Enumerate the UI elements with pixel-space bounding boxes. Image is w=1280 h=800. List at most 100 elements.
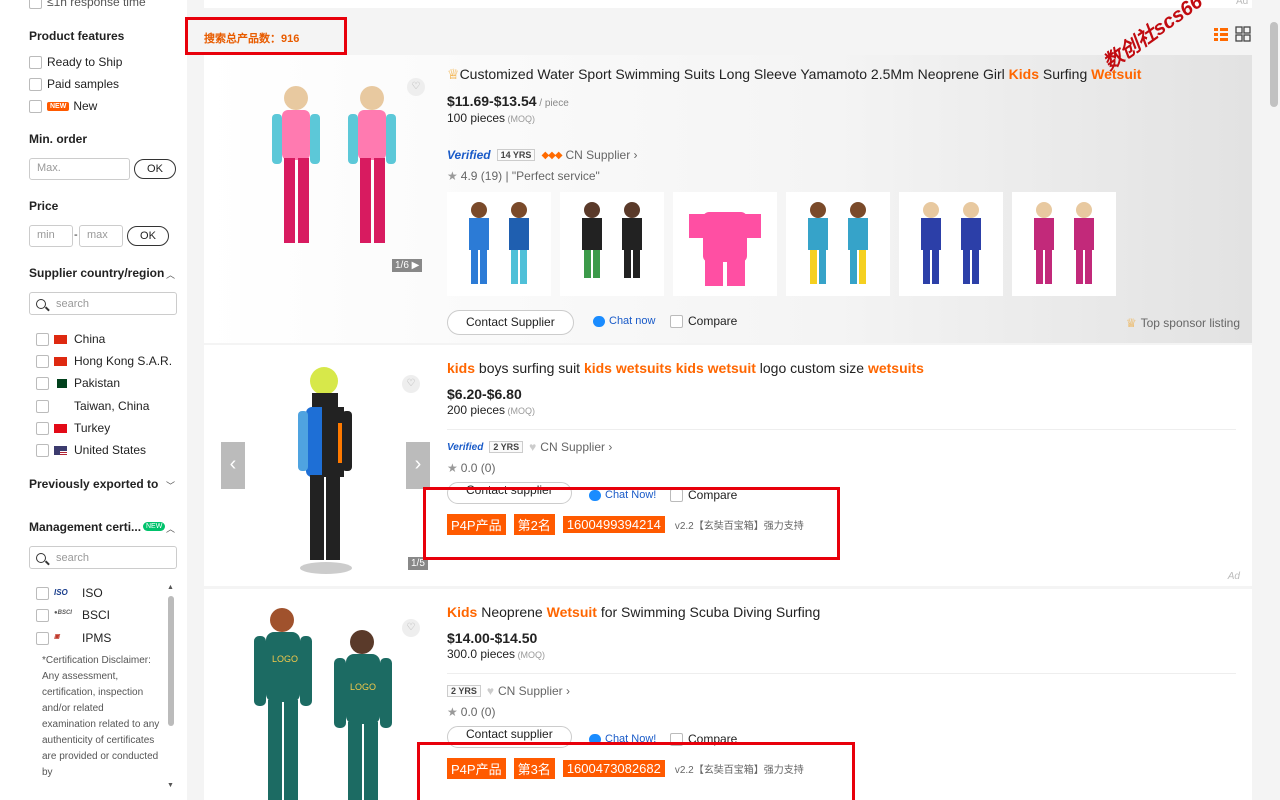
product-image[interactable]: LOGO LOGO <box>240 604 410 800</box>
country-search-input[interactable]: search <box>29 292 177 315</box>
page-scrollbar[interactable] <box>1270 22 1278 107</box>
favorite-heart-icon[interactable]: ♡ <box>407 78 425 96</box>
product-title[interactable]: Kids Neoprene Wetsuit for Swimming Scuba… <box>447 604 820 620</box>
country-hong-kong[interactable]: Hong Kong S.A.R. <box>36 354 172 368</box>
product-title[interactable]: kids boys surfing suit kids wetsuits kid… <box>447 360 924 376</box>
checkbox[interactable] <box>36 421 49 435</box>
cert-ipms[interactable]: ▣ IPMS <box>36 631 111 645</box>
cert-disclaimer: *Certification Disclaimer: Any assessmen… <box>42 655 160 778</box>
ad-label: Ad <box>1227 571 1240 582</box>
thumbnail[interactable] <box>786 192 890 296</box>
checkbox[interactable] <box>29 99 42 113</box>
product-price: $11.69-$13.54 / piece <box>447 93 569 109</box>
checkbox[interactable] <box>36 586 49 600</box>
star-icon: ★ <box>447 705 458 719</box>
chat-now-link[interactable]: Chat now <box>593 315 655 327</box>
crown-icon: ♕ <box>1125 316 1137 330</box>
country-united-states[interactable]: United States <box>36 443 146 457</box>
view-switcher[interactable] <box>1213 26 1251 42</box>
checkbox[interactable] <box>29 55 42 69</box>
previously-exported-title[interactable]: Previously exported to <box>29 477 158 491</box>
search-icon <box>36 298 46 309</box>
supplier-type[interactable]: CN Supplier › <box>566 148 638 162</box>
thumbnail[interactable] <box>560 192 664 296</box>
svg-text:LOGO: LOGO <box>272 654 298 664</box>
supplier-info[interactable]: Verified 14 YRS ◆◆◆ CN Supplier › <box>447 148 638 162</box>
product-image[interactable] <box>258 80 418 260</box>
star-icon: ★ <box>447 169 458 183</box>
chevron-down-icon[interactable]: ﹀ <box>166 479 175 492</box>
china-flag-icon <box>54 334 67 344</box>
checkbox[interactable] <box>36 376 49 390</box>
rating: ★ 4.9 (19) | "Perfect service" <box>447 169 600 183</box>
title-text: Surfing <box>1038 66 1092 82</box>
years-badge: 2 YRS <box>447 685 481 697</box>
country-turkey[interactable]: Turkey <box>36 421 110 435</box>
supplier-info[interactable]: Verified 2 YRS ♥ CN Supplier › <box>447 440 612 454</box>
cert-iso[interactable]: ISO ISO <box>36 586 103 600</box>
scroll-down-icon[interactable]: ▼ <box>167 782 174 789</box>
country-china[interactable]: China <box>36 332 105 346</box>
filter-paid-samples[interactable]: Paid samples <box>29 77 119 91</box>
response-time-filter[interactable]: ≤1h response time <box>29 0 146 9</box>
scrollbar-thumb[interactable] <box>168 596 174 726</box>
heart-icon: ♥ <box>529 440 537 454</box>
supplier-type[interactable]: CN Supplier › <box>540 440 612 454</box>
filter-ready-to-ship[interactable]: Ready to Ship <box>29 55 122 69</box>
highlight-box <box>417 742 855 800</box>
favorite-heart-icon[interactable]: ♡ <box>402 375 420 393</box>
thumbnail[interactable] <box>1012 192 1116 296</box>
country-taiwan[interactable]: Taiwan, China <box>36 399 149 413</box>
supplier-type[interactable]: CN Supplier › <box>498 684 570 698</box>
contact-supplier-button[interactable]: Contact Supplier <box>447 310 574 335</box>
price-dash: - <box>74 229 78 241</box>
checkbox[interactable] <box>36 443 49 457</box>
image-pager[interactable]: 1/6 ▶ <box>392 259 423 272</box>
prev-image-arrow[interactable]: ‹ <box>221 442 245 489</box>
country-pakistan[interactable]: Pakistan <box>36 376 120 390</box>
new-badge: NEW <box>47 101 70 111</box>
top-sponsor-label: ♕ Top sponsor listing <box>1125 316 1240 330</box>
checkbox[interactable] <box>36 631 49 645</box>
chevron-up-icon[interactable]: ︿ <box>166 268 175 281</box>
price-max-input[interactable]: max <box>79 225 123 247</box>
checkbox[interactable] <box>36 354 49 368</box>
thumbnail[interactable] <box>899 192 1003 296</box>
favorite-heart-icon[interactable]: ♡ <box>402 619 420 637</box>
product-card[interactable]: ♡ 1/6 ▶ ♕Customized Water Sport Swimming… <box>204 55 1252 343</box>
checkbox[interactable] <box>36 332 49 346</box>
verified-badge: Verified <box>447 148 491 162</box>
next-image-arrow[interactable]: › <box>406 442 430 489</box>
checkbox[interactable] <box>670 314 683 328</box>
min-order-ok-button[interactable]: OK <box>134 159 176 179</box>
product-title[interactable]: ♕Customized Water Sport Swimming Suits L… <box>447 66 1141 83</box>
compare-checkbox[interactable]: Compare <box>670 314 737 328</box>
product-image[interactable] <box>294 363 394 578</box>
thumbnail[interactable] <box>673 192 777 296</box>
checkbox[interactable] <box>29 77 42 91</box>
title-keyword: wetsuits <box>867 360 924 376</box>
price-ok-button[interactable]: OK <box>127 226 169 246</box>
min-order-title: Min. order <box>29 132 88 146</box>
grid-view-icon[interactable] <box>1235 26 1251 42</box>
search-icon <box>36 552 46 563</box>
title-text: logo custom size <box>755 360 868 376</box>
supplier-info[interactable]: 2 YRS ♥ CN Supplier › <box>447 684 570 698</box>
checkbox[interactable] <box>36 399 49 413</box>
list-view-icon[interactable] <box>1213 26 1229 42</box>
cert-search-input[interactable]: search <box>29 546 177 569</box>
cert-list-scrollbar[interactable]: ▲ ▼ <box>167 584 175 789</box>
ipms-logo-icon: ▣ <box>54 634 60 640</box>
chat-bubble-icon <box>593 315 605 327</box>
min-order-input[interactable]: Max. <box>29 158 130 180</box>
cert-bsci[interactable]: ●BSCI BSCI <box>36 608 110 622</box>
checkbox[interactable] <box>36 608 49 622</box>
price-min-input[interactable]: min <box>29 225 73 247</box>
title-keyword: kids <box>447 360 476 376</box>
checkbox[interactable] <box>29 0 42 9</box>
thumbnail[interactable] <box>447 192 551 296</box>
chevron-up-icon[interactable]: ︿ <box>166 522 175 535</box>
scroll-up-icon[interactable]: ▲ <box>167 584 174 591</box>
filter-new[interactable]: NEW New <box>29 99 97 113</box>
new-badge: NEW <box>143 522 166 531</box>
